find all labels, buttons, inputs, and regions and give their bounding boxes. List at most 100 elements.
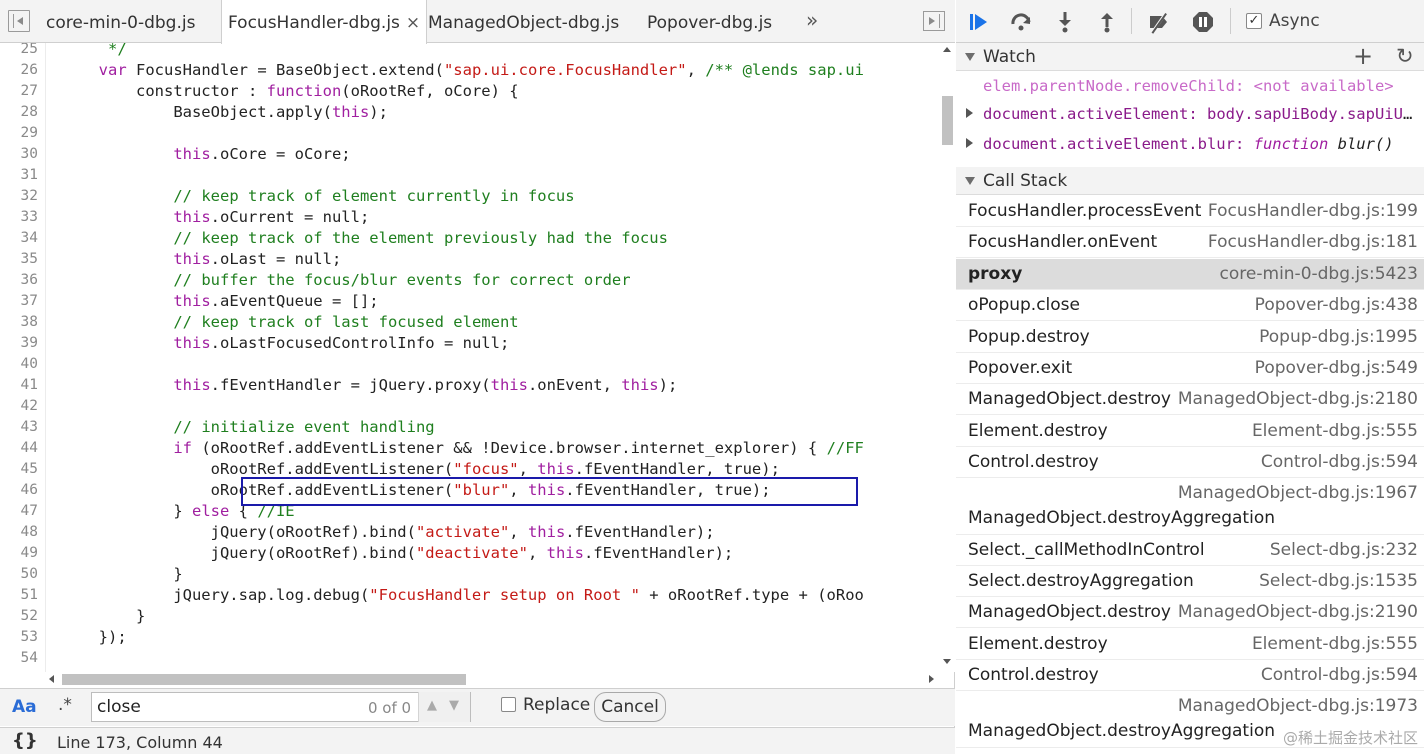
horizontal-scrollbar[interactable] xyxy=(45,672,940,687)
pause-on-exceptions-icon[interactable] xyxy=(1191,10,1215,34)
code-line[interactable]: 32 // keep track of element currently in… xyxy=(0,186,940,207)
frame-location[interactable]: core-min-0-dbg.js:5423 xyxy=(1220,264,1418,284)
previous-match-icon[interactable]: ▲ xyxy=(427,698,437,713)
line-number[interactable]: 40 xyxy=(0,354,38,375)
deactivate-breakpoints-icon[interactable] xyxy=(1147,10,1171,34)
code-line[interactable]: 50 } xyxy=(0,564,940,585)
code-line[interactable]: 52 } xyxy=(0,606,940,627)
line-number[interactable]: 45 xyxy=(0,459,38,480)
code-line[interactable]: 28 BaseObject.apply(this); xyxy=(0,102,940,123)
vertical-scrollbar[interactable] xyxy=(940,43,955,672)
code-line[interactable]: 49 jQuery(oRootRef).bind("deactivate", t… xyxy=(0,543,940,564)
code-line[interactable]: 38 // keep track of last focused element xyxy=(0,312,940,333)
line-number[interactable]: 54 xyxy=(0,648,38,669)
toggle-debugger-icon[interactable] xyxy=(923,11,945,31)
code-line[interactable]: 40 xyxy=(0,354,940,375)
code-line[interactable]: 36 // buffer the focus/blur events for c… xyxy=(0,270,940,291)
callstack-frame[interactable]: ManagedObject.destroy ManagedObject-dbg.j… xyxy=(956,384,1424,416)
scroll-left-icon[interactable] xyxy=(49,675,54,683)
tab-popover[interactable]: Popover-dbg.js xyxy=(647,0,772,43)
line-number[interactable]: 39 xyxy=(0,333,38,354)
frame-location[interactable]: ManagedObject-dbg.js:1967 xyxy=(1178,483,1418,503)
frame-location[interactable]: FocusHandler-dbg.js:199 xyxy=(1208,201,1418,221)
expand-icon[interactable] xyxy=(966,108,973,118)
tab-managedobject[interactable]: ManagedObject-dbg.js xyxy=(428,0,619,43)
toggle-navigator-icon[interactable] xyxy=(8,10,30,32)
step-into-icon[interactable] xyxy=(1053,10,1077,34)
code-line[interactable]: 27 constructor : function(oRootRef, oCor… xyxy=(0,81,940,102)
code-line[interactable]: 34 // keep track of the element previous… xyxy=(0,228,940,249)
line-number[interactable]: 30 xyxy=(0,144,38,165)
code-line[interactable]: 44 if (oRootRef.addEventListener && !Dev… xyxy=(0,438,940,459)
code-line[interactable]: 25 */ xyxy=(0,43,940,60)
expand-icon[interactable] xyxy=(966,138,973,148)
scroll-thumb[interactable] xyxy=(942,96,953,145)
line-number[interactable]: 36 xyxy=(0,270,38,291)
callstack-frame[interactable]: Popover.exit Popover-dbg.js:549 xyxy=(956,353,1424,384)
code-line[interactable]: 31 xyxy=(0,165,940,186)
scroll-up-icon[interactable] xyxy=(943,47,951,52)
next-match-icon[interactable]: ▼ xyxy=(449,698,459,713)
watch-item[interactable]: document.activeElement: body.sapUiBody.s… xyxy=(956,100,1424,129)
tab-focushandler[interactable]: FocusHandler-dbg.js × xyxy=(221,0,428,46)
code-line[interactable]: 29 xyxy=(0,123,940,144)
resume-icon[interactable] xyxy=(967,10,991,34)
step-out-icon[interactable] xyxy=(1095,10,1119,34)
frame-location[interactable]: ManagedObject-dbg.js:1973 xyxy=(1178,696,1418,716)
frame-location[interactable]: FocusHandler-dbg.js:181 xyxy=(1208,232,1418,252)
code-line[interactable]: 37 this.aEventQueue = []; xyxy=(0,291,940,312)
line-number[interactable]: 52 xyxy=(0,606,38,627)
callstack-frame[interactable]: Element.destroy Element-dbg.js:555 xyxy=(956,629,1424,660)
more-tabs-icon[interactable]: » xyxy=(806,8,818,32)
callstack-frame[interactable]: Popup.destroy Popup-dbg.js:1995 xyxy=(956,322,1424,353)
code-line[interactable]: 33 this.oCurrent = null; xyxy=(0,207,940,228)
line-number[interactable]: 48 xyxy=(0,522,38,543)
line-number[interactable]: 55 xyxy=(0,669,38,672)
watch-item[interactable]: document.activeElement.blur: function bl… xyxy=(956,130,1424,159)
frame-location[interactable]: Select-dbg.js:232 xyxy=(1270,540,1418,560)
callstack-frame[interactable]: Control.destroy Control-dbg.js:594 xyxy=(956,660,1424,692)
close-tab-icon[interactable]: × xyxy=(406,0,420,46)
line-number[interactable]: 43 xyxy=(0,417,38,438)
line-number[interactable]: 27 xyxy=(0,81,38,102)
line-number[interactable]: 53 xyxy=(0,627,38,648)
callstack-frame[interactable]: Select.destroyAggregation Select-dbg.js:1… xyxy=(956,566,1424,597)
cancel-button[interactable]: Cancel xyxy=(594,692,666,722)
code-line[interactable]: 26 var FocusHandler = BaseObject.extend(… xyxy=(0,60,940,81)
callstack-frame[interactable]: Control.destroy Control-dbg.js:594 xyxy=(956,447,1424,479)
frame-location[interactable]: Select-dbg.js:1535 xyxy=(1259,571,1418,591)
line-number[interactable]: 28 xyxy=(0,102,38,123)
step-over-icon[interactable] xyxy=(1009,10,1033,34)
callstack-section-header[interactable]: Call Stack xyxy=(956,167,1424,195)
pretty-print-icon[interactable]: {} xyxy=(12,730,38,751)
line-number[interactable]: 31 xyxy=(0,165,38,186)
line-number[interactable]: 42 xyxy=(0,396,38,417)
scroll-down-icon[interactable] xyxy=(943,659,951,664)
code-line[interactable]: 54 xyxy=(0,648,940,669)
line-number[interactable]: 50 xyxy=(0,564,38,585)
search-input[interactable]: close 0 of 0 ▲ ▼ xyxy=(91,692,471,722)
callstack-frame[interactable]: Element.destroy Element-dbg.js:555 xyxy=(956,416,1424,447)
code-line[interactable]: 39 this.oLastFocusedControlInfo = null; xyxy=(0,333,940,354)
code-line[interactable]: 35 this.oLast = null; xyxy=(0,249,940,270)
line-number[interactable]: 47 xyxy=(0,501,38,522)
line-number[interactable]: 44 xyxy=(0,438,38,459)
code-line[interactable]: 51 jQuery.sap.log.debug("FocusHandler se… xyxy=(0,585,940,606)
callstack-frame[interactable]: ManagedObject.destroy ManagedObject-dbg.j… xyxy=(956,597,1424,629)
frame-location[interactable]: Popover-dbg.js:438 xyxy=(1255,295,1418,315)
async-checkbox[interactable]: ✓ xyxy=(1246,13,1262,29)
callstack-frame[interactable]: proxy core-min-0-dbg.js:5423 xyxy=(956,258,1424,290)
callstack-frame[interactable]: Select._callMethodInControl Select-dbg.js… xyxy=(956,535,1424,566)
line-number[interactable]: 51 xyxy=(0,585,38,606)
code-line[interactable]: 48 jQuery(oRootRef).bind("activate", thi… xyxy=(0,522,940,543)
scroll-thumb[interactable] xyxy=(62,674,466,685)
line-number[interactable]: 29 xyxy=(0,123,38,144)
replace-checkbox[interactable] xyxy=(501,697,516,712)
callstack-frame[interactable]: FocusHandler.onEvent FocusHandler-dbg.js:… xyxy=(956,227,1424,259)
frame-location[interactable]: Control-dbg.js:594 xyxy=(1261,452,1418,472)
frame-location[interactable]: Element-dbg.js:555 xyxy=(1252,634,1418,654)
callstack-frame[interactable]: ManagedObject.destroyAggregation ManagedO… xyxy=(956,479,1424,535)
frame-location[interactable]: Control-dbg.js:594 xyxy=(1261,665,1418,685)
frame-location[interactable]: Popup-dbg.js:1995 xyxy=(1259,327,1418,347)
line-number[interactable]: 41 xyxy=(0,375,38,396)
